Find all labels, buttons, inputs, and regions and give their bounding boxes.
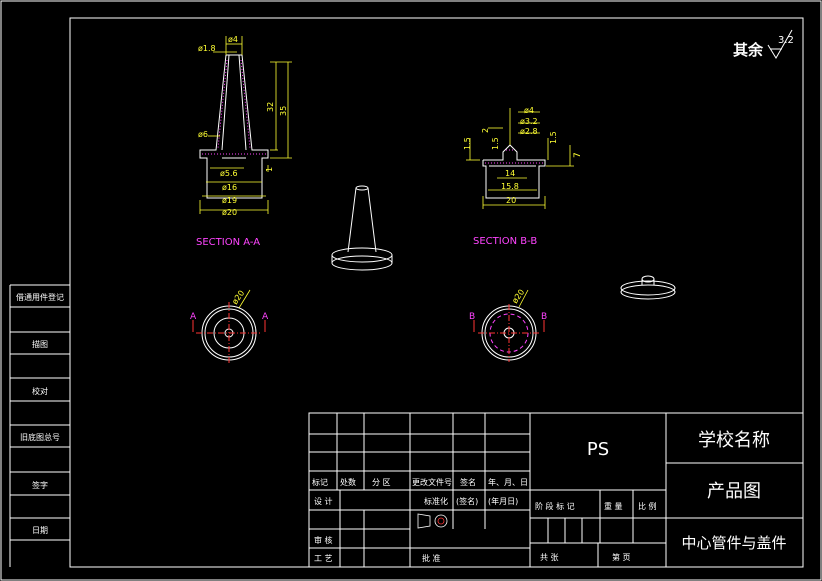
dim-a-tip-id: ø1.8 (198, 44, 216, 53)
plan-b-dim: ø20 (510, 288, 526, 306)
drawing-type: 产品图 (707, 481, 761, 502)
dim-b-7: 7 (573, 152, 583, 158)
dim-a-19: ø19 (222, 196, 237, 205)
stage-mark: 阶 段 标 记 (535, 501, 575, 511)
dim-b-1-5-mid: 1.5 (491, 137, 500, 150)
cad-drawing-canvas: 借通用件登记 描图 校对 旧底图总号 签字 日期 其余 3.2 ø4 ø1.8 … (0, 0, 822, 581)
left-record-strip (9, 284, 70, 567)
roughness-value: 3.2 (778, 35, 794, 46)
part-name: 中心管件与盖件 (681, 534, 786, 552)
dim-a-tip-od: ø4 (228, 35, 238, 44)
cut-label-a-left: A (190, 312, 197, 322)
strip-label-1: 借通用件登记 (16, 292, 64, 302)
row-review: 审 核 (314, 535, 333, 545)
row-design: 设 计 (314, 496, 333, 506)
cut-label-b-right: B (541, 312, 547, 322)
plan-view-a-cuts (192, 302, 266, 364)
hdr-date: 年、月、日 (488, 477, 528, 487)
strip-label-6: 签字 (32, 480, 48, 490)
std-label: 标准化 (424, 496, 448, 506)
row-process: 工 艺 (314, 554, 333, 563)
dim-b-3-2: ø3.2 (520, 117, 538, 126)
sig-label: (签名) (456, 496, 478, 506)
dim-a-5-6: ø5.6 (220, 169, 238, 178)
dim-b-1-5-left: 1.5 (463, 137, 472, 150)
hdr-mark: 标记 (312, 477, 328, 487)
section-a-title: SECTION A-A (196, 237, 260, 248)
approve-label: 批 准 (422, 553, 441, 563)
scale-label: 比 例 (638, 501, 657, 511)
iso-view-tube (331, 185, 393, 271)
sheet-no: 第 页 (612, 552, 631, 562)
dim-a-20: ø20 (222, 208, 237, 217)
dim-b-20: 20 (506, 196, 516, 205)
iso-view-cap (620, 275, 676, 300)
dim-b-14: 14 (505, 169, 515, 178)
hdr-zone: 分 区 (372, 478, 391, 487)
date-label: (年月日) (488, 496, 518, 506)
cut-label-b-left: B (469, 312, 475, 322)
sheet-total: 共 张 (540, 553, 559, 562)
section-b-title: SECTION B-B (473, 236, 537, 247)
hdr-change-doc: 更改文件号 (412, 477, 452, 487)
dim-a-height-35: 35 (279, 106, 288, 116)
projection-symbol (417, 513, 448, 529)
hdr-sign: 签名 (460, 477, 476, 487)
strip-label-3: 描图 (32, 339, 48, 349)
dim-a-flange-1: 1 (265, 167, 274, 172)
cut-label-a-right: A (262, 312, 269, 322)
dim-b-4: ø4 (524, 106, 534, 115)
roughness-prefix: 其余 (733, 41, 764, 59)
dim-b-2: 2 (481, 128, 490, 133)
strip-label-5: 旧底图总号 (20, 432, 60, 442)
section-b-hatch (485, 149, 543, 164)
dim-a-base-bore: ø6 (198, 130, 208, 139)
dim-b-1-5-right: 1.5 (549, 131, 558, 144)
section-a-dimensions (199, 36, 292, 214)
strip-label-4: 校对 (32, 386, 48, 396)
dim-b-2-8: ø2.8 (520, 127, 538, 136)
section-a-hatch (202, 59, 266, 155)
hdr-count: 处数 (340, 477, 356, 487)
plan-a-dim: ø20 (230, 289, 246, 307)
material: PS (587, 439, 609, 460)
sheet-outer-frame (0, 0, 822, 581)
dim-a-height-32: 32 (266, 102, 275, 112)
school-name: 学校名称 (698, 430, 770, 451)
dim-a-16: ø16 (222, 183, 237, 192)
weight-label: 重 量 (604, 501, 623, 511)
strip-label-7: 日期 (32, 526, 48, 535)
dim-b-15-8: 15.8 (501, 182, 519, 191)
